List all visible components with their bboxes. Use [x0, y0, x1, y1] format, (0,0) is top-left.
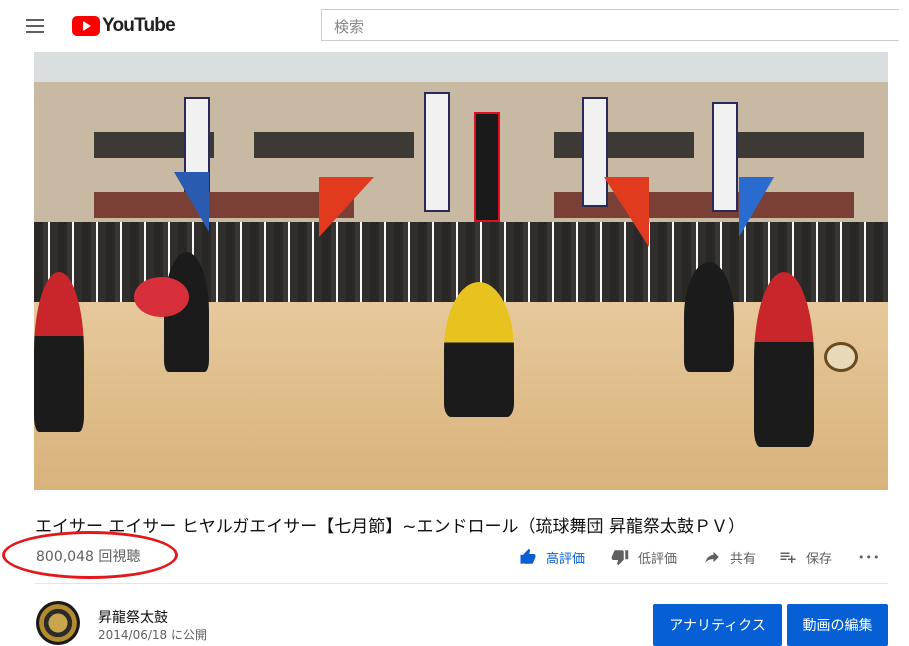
share-icon	[702, 547, 722, 567]
dislike-label: 低評価	[638, 551, 678, 567]
drum	[824, 342, 858, 372]
share-button[interactable]: 共有	[702, 545, 756, 569]
save-label: 保存	[806, 551, 833, 567]
annotation-circle	[2, 531, 178, 579]
thumb-down-icon	[610, 547, 630, 567]
video-title: エイサー エイサー ヒヤルガエイサー【七月節】~エンドロール（琉球舞団 昇龍祭太…	[35, 517, 745, 537]
like-button[interactable]: 高評価	[518, 545, 585, 569]
analytics-button[interactable]: アナリティクス	[653, 604, 782, 646]
share-label: 共有	[730, 551, 757, 567]
edit-video-button[interactable]: 動画の編集	[787, 604, 888, 646]
publish-date: 2014/06/18 に公開	[98, 628, 207, 642]
divider	[35, 583, 888, 584]
more-icon[interactable]: •••	[858, 545, 880, 569]
drum	[134, 277, 189, 317]
video-player[interactable]	[34, 52, 888, 490]
save-button[interactable]: 保存	[778, 545, 832, 569]
like-label: 高評価	[546, 551, 586, 567]
channel-name[interactable]: 昇龍祭太鼓	[98, 607, 168, 627]
youtube-logo-icon	[72, 16, 100, 36]
logo-text: YouTube	[102, 15, 176, 36]
menu-icon[interactable]	[24, 14, 48, 38]
dislike-button[interactable]: 低評価	[610, 545, 677, 569]
search-input[interactable]: 検索	[321, 9, 899, 41]
search-placeholder: 検索	[334, 18, 365, 36]
lead-dancer	[444, 282, 514, 417]
save-playlist-icon	[778, 547, 798, 567]
top-bar: YouTube 検索	[0, 0, 909, 52]
thumb-up-icon	[518, 547, 538, 567]
youtube-logo[interactable]: YouTube	[72, 14, 176, 38]
channel-avatar[interactable]	[36, 601, 80, 645]
